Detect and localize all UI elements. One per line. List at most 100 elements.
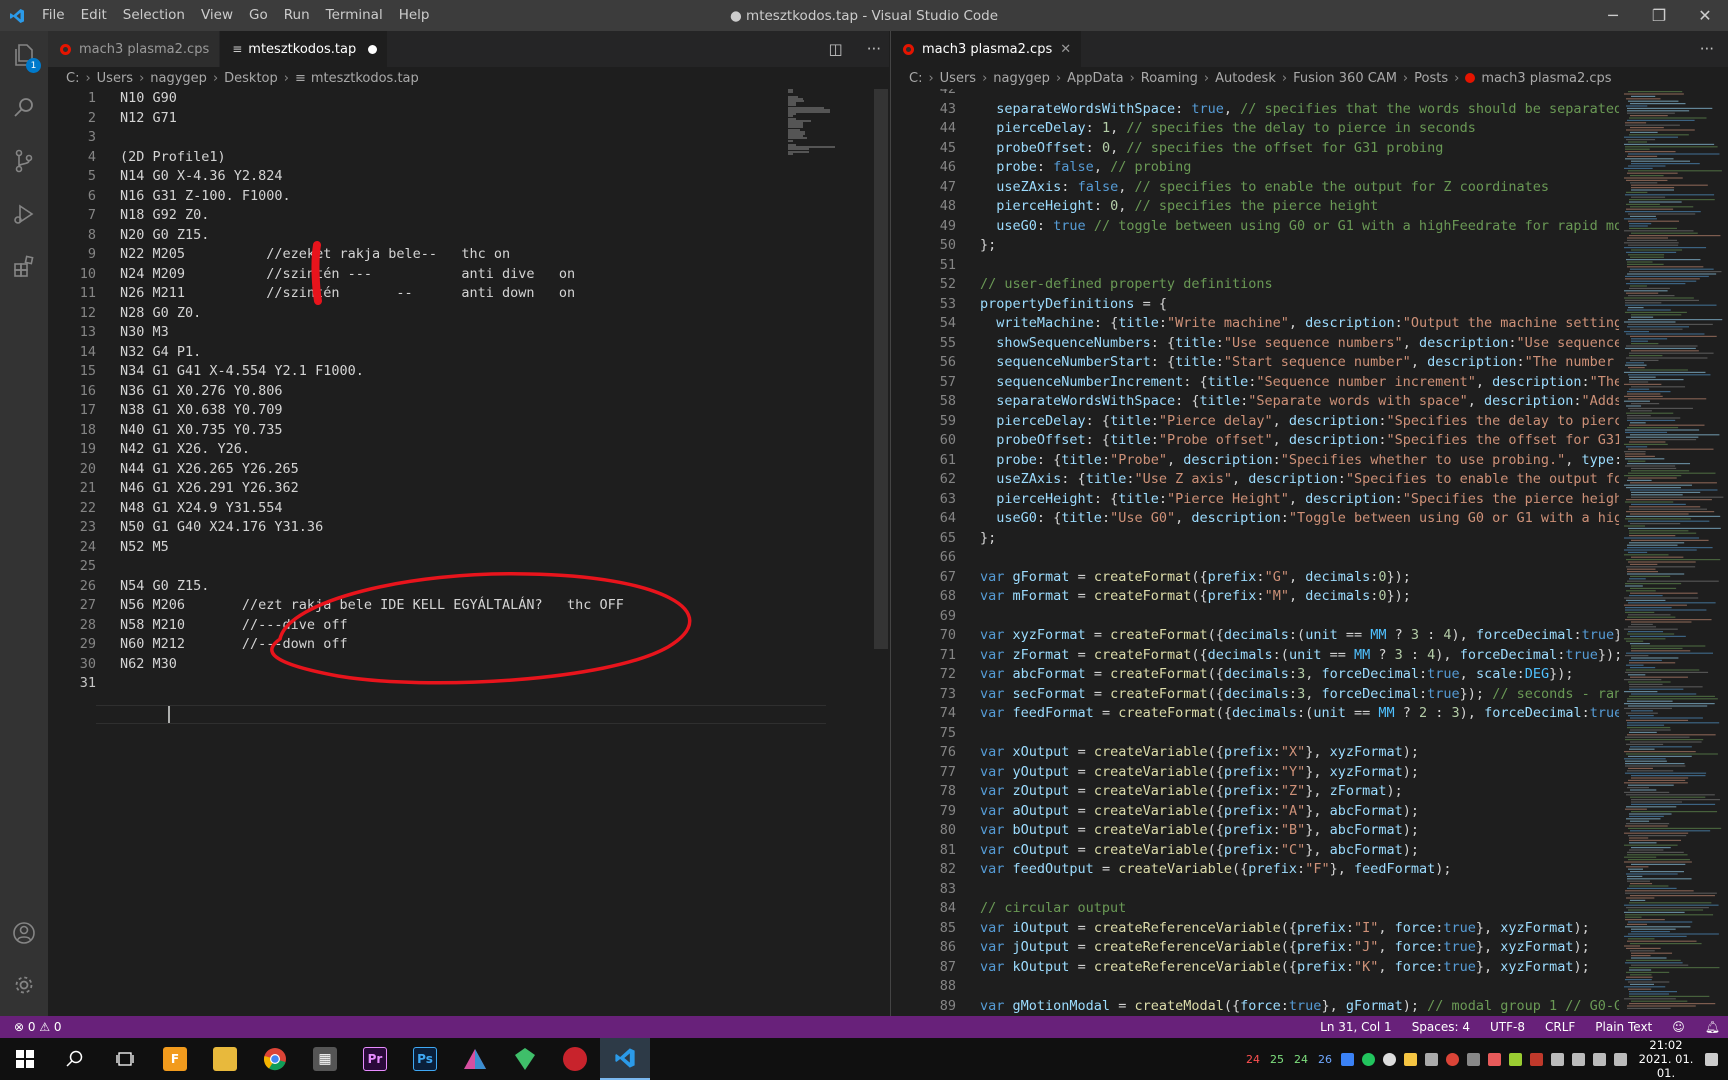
code-line[interactable]: 53 propertyDefinitions = { [891,295,1619,315]
battery-icon[interactable] [1572,1052,1585,1066]
clock[interactable]: 21:02 2021. 01. 01. [1631,1038,1701,1080]
accounts-icon[interactable] [0,909,48,957]
code-line[interactable]: 84 // circular output [891,899,1619,919]
code-line[interactable]: 63 pierceHeight: {title:"Pierce Height",… [891,490,1619,510]
left-minimap[interactable] [788,89,874,159]
red-app-icon[interactable] [550,1038,600,1080]
code-line[interactable]: 82 var feedOutput = createVariable({prefi… [891,860,1619,880]
end-of-line[interactable]: CRLF [1545,1020,1575,1034]
code-line[interactable]: 46 probe: false, // probing [891,158,1619,178]
chrome-icon[interactable] [250,1038,300,1080]
cloud-icon[interactable] [1383,1052,1396,1066]
code-line[interactable]: 72 var abcFormat = createFormat({decimals… [891,665,1619,685]
code-line[interactable]: 71 var zFormat = createFormat({decimals:(… [891,646,1619,666]
tray-app-icon[interactable] [1530,1052,1543,1066]
code-line[interactable]: 66 [891,548,1619,568]
code-line[interactable]: 45 probeOffset: 0, // specifies the offs… [891,139,1619,159]
restore-button[interactable]: ❐ [1636,0,1682,31]
breadcrumb-item[interactable]: Roaming [1141,71,1198,86]
right-code-area[interactable]: 42 43 separateWordsWithSpace: true, // sp… [891,89,1619,1016]
code-line[interactable]: 56 sequenceNumberStart: {title:"Start se… [891,353,1619,373]
notifications-bell-icon[interactable]: 🔔︎ [1705,1020,1720,1034]
code-line[interactable]: 77 var yOutput = createVariable({prefix:"… [891,763,1619,783]
task-view-icon[interactable] [100,1038,150,1080]
code-line[interactable]: 47 useZAxis: false, // specifies to enab… [891,178,1619,198]
code-line[interactable]: 69 [891,607,1619,627]
breadcrumb-item[interactable]: mach3 plasma2.cps [1481,71,1611,86]
menu-selection[interactable]: Selection [115,0,193,31]
source-control-icon[interactable] [0,137,48,185]
calculator-icon[interactable]: ▦ [300,1038,350,1080]
menu-terminal[interactable]: Terminal [318,0,391,31]
more-actions-icon[interactable]: ··· [1700,40,1714,58]
feedback-icon[interactable]: ☺ [1672,1020,1685,1034]
code-line[interactable]: 79 var aOutput = createVariable({prefix:"… [891,802,1619,822]
code-line[interactable]: 73 var secFormat = createFormat({decimals… [891,685,1619,705]
extensions-icon[interactable] [0,243,48,291]
code-line[interactable]: 44 pierceDelay: 1, // specifies the dela… [891,119,1619,139]
code-line[interactable]: 54 writeMachine: {title:"Write machine",… [891,314,1619,334]
photoshop-icon[interactable]: Ps [400,1038,450,1080]
tray-app-icon[interactable] [1467,1052,1480,1066]
network-icon[interactable] [1551,1052,1564,1066]
menu-edit[interactable]: Edit [73,0,115,31]
code-line[interactable]: 48 pierceHeight: 0, // specifies the pie… [891,197,1619,217]
keyboard-icon[interactable] [1614,1052,1627,1066]
tray-app-icon[interactable] [1425,1052,1438,1066]
code-line[interactable]: 57 sequenceNumberIncrement: {title:"Sequ… [891,373,1619,393]
menu-file[interactable]: File [34,0,73,31]
code-line[interactable]: 51 [891,256,1619,276]
code-line[interactable]: 85 var iOutput = createReferenceVariable(… [891,919,1619,939]
cursor-position[interactable]: Ln 31, Col 1 [1320,1020,1392,1034]
tab-mach3-plasma2-cps-right[interactable]: mach3 plasma2.cps ✕ [891,31,1083,67]
code-line[interactable]: 62 useZAxis: {title:"Use Z axis", descri… [891,470,1619,490]
search-icon[interactable] [0,84,48,132]
action-center-icon[interactable] [1705,1052,1718,1066]
code-line[interactable]: 52 // user-defined property definitions [891,275,1619,295]
breadcrumb-item[interactable]: nagygep [993,71,1050,86]
code-line[interactable]: 68 var mFormat = createFormat({prefix:"M"… [891,587,1619,607]
code-line[interactable]: 83 [891,880,1619,900]
encoding[interactable]: UTF-8 [1490,1020,1525,1034]
triangle-app-icon[interactable] [450,1038,500,1080]
code-line[interactable]: 58 separateWordsWithSpace: {title:"Separ… [891,392,1619,412]
menu-view[interactable]: View [193,0,241,31]
code-line[interactable]: 86 var jOutput = createReferenceVariable(… [891,938,1619,958]
chrome-tray-icon[interactable] [1446,1052,1459,1066]
breadcrumb-item[interactable]: Users [940,71,976,86]
search-taskbar-icon[interactable] [50,1038,100,1080]
minimize-button[interactable]: ─ [1590,0,1636,31]
windows-start-icon[interactable] [0,1038,50,1080]
code-line[interactable]: 74 var feedFormat = createFormat({decimal… [891,704,1619,724]
breadcrumb-item[interactable]: AppData [1067,71,1123,86]
settings-gear-icon[interactable] [0,961,48,1009]
left-scrollbar[interactable] [874,89,888,649]
code-line[interactable]: 78 var zOutput = createVariable({prefix:"… [891,782,1619,802]
code-line[interactable]: 76 var xOutput = createVariable({prefix:"… [891,743,1619,763]
tray-app-icon[interactable] [1362,1052,1375,1066]
close-tab-icon[interactable]: ✕ [1060,42,1071,57]
premiere-icon[interactable]: Pr [350,1038,400,1080]
code-line[interactable]: 80 var bOutput = createVariable({prefix:"… [891,821,1619,841]
code-line[interactable]: 49 useG0: true // toggle between using G… [891,217,1619,237]
volume-icon[interactable] [1593,1052,1606,1066]
code-line[interactable]: 70 var xyzFormat = createFormat({decimals… [891,626,1619,646]
tray-app-icon[interactable] [1404,1052,1417,1066]
code-line[interactable]: 50}; [891,236,1619,256]
green-app-icon[interactable] [500,1038,550,1080]
tray-app-icon[interactable] [1509,1052,1522,1066]
file-explorer-icon[interactable] [200,1038,250,1080]
tray-app-icon[interactable] [1341,1052,1354,1066]
code-line[interactable]: 59 pierceDelay: {title:"Pierce delay", d… [891,412,1619,432]
fusion-app-icon[interactable]: F [150,1038,200,1080]
code-line[interactable]: 89 var gMotionModal = createModal({force:… [891,997,1619,1017]
language-mode[interactable]: Plain Text [1595,1020,1652,1034]
code-line[interactable]: 61 probe: {title:"Probe", description:"S… [891,451,1619,471]
code-line[interactable]: 65}; [891,529,1619,549]
explorer-icon[interactable]: 1 [0,31,48,79]
close-window-button[interactable]: ✕ [1682,0,1728,31]
code-line[interactable]: 67 var gFormat = createFormat({prefix:"G"… [891,568,1619,588]
vscode-taskbar-icon[interactable] [600,1038,650,1080]
menu-run[interactable]: Run [276,0,318,31]
indentation[interactable]: Spaces: 4 [1412,1020,1470,1034]
